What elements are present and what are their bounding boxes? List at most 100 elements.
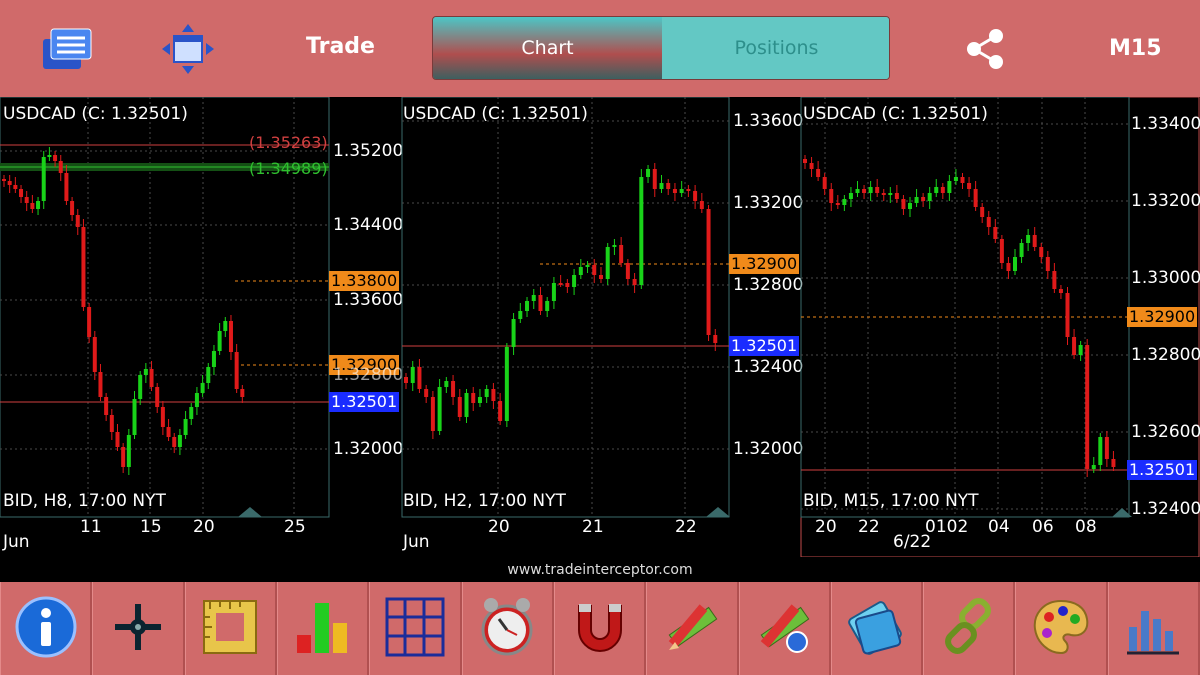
candle-body xyxy=(551,283,556,301)
candle-body xyxy=(940,187,945,193)
candle-body xyxy=(81,227,86,307)
candle-body xyxy=(240,389,245,397)
candle-body xyxy=(572,275,577,287)
timeframe-button[interactable]: M15 xyxy=(1109,36,1162,61)
candle-body xyxy=(914,197,919,203)
move-layout-icon[interactable] xyxy=(160,22,216,76)
candle-body xyxy=(228,321,233,352)
candle-body xyxy=(211,351,216,367)
candle-body xyxy=(160,407,165,427)
chart-3-x-tick: 22 xyxy=(858,517,880,537)
link-button[interactable] xyxy=(923,582,1016,675)
chart-tools-icon xyxy=(1123,597,1183,661)
candle-body xyxy=(835,203,840,205)
candle-body xyxy=(855,189,860,193)
candle-body xyxy=(1026,235,1031,243)
candle-body xyxy=(36,201,41,209)
candle-body xyxy=(953,177,958,181)
candle-body xyxy=(30,203,35,209)
menu-icon[interactable] xyxy=(40,24,96,72)
candle-body xyxy=(511,319,516,347)
candle-body xyxy=(1058,289,1063,293)
chart-3-y-tick: 1.32600 xyxy=(1131,422,1200,442)
candle-body xyxy=(430,397,435,431)
candle-body xyxy=(973,189,978,207)
chart-2-x-tick: 20 xyxy=(488,517,510,537)
candle-body xyxy=(659,183,664,189)
candle-body xyxy=(504,347,509,421)
chart-2-symbol-label: USDCAD (C: 1.32501) xyxy=(403,104,588,124)
grid-button[interactable] xyxy=(369,582,462,675)
candle-body xyxy=(53,155,58,161)
candle-body xyxy=(64,173,69,201)
screen-title: Trade xyxy=(306,34,375,59)
chart-2-order-tag[interactable]: 1.32900 xyxy=(729,254,800,274)
chart-2-y-tick: 1.32800 xyxy=(733,275,804,295)
candle-body xyxy=(1078,345,1083,355)
chart-1-canvas[interactable] xyxy=(0,97,400,557)
candle-body xyxy=(1085,345,1090,469)
candle-body xyxy=(1065,293,1070,337)
chart-1-month-label: Jun xyxy=(3,532,30,552)
chart-1-low-level-tag: (1.34989) xyxy=(249,159,328,178)
chart-1-order-tag-1[interactable]: 1.33800 xyxy=(329,271,400,291)
candle-body xyxy=(565,283,570,287)
candle-body xyxy=(999,239,1004,263)
candle-body xyxy=(699,201,704,209)
chart-tools-button[interactable] xyxy=(1107,582,1200,675)
candle-body xyxy=(901,199,906,209)
candle-body xyxy=(538,295,543,311)
candle-body xyxy=(1072,337,1077,355)
candle-body xyxy=(1104,437,1109,459)
ruler-button[interactable] xyxy=(184,582,277,675)
chart-3-bid-tag: 1.32501 xyxy=(1127,460,1198,480)
chart-2-y-tick: 1.33200 xyxy=(733,193,804,213)
candle-body xyxy=(672,189,677,193)
magnet-button[interactable] xyxy=(553,582,647,675)
candle-body xyxy=(578,267,583,275)
tab-positions[interactable]: Positions xyxy=(662,17,889,79)
info-button[interactable] xyxy=(0,582,93,675)
candle-body xyxy=(875,187,880,193)
candle-body xyxy=(1098,437,1103,465)
candle-body xyxy=(822,177,827,189)
candle-body xyxy=(1111,459,1116,467)
chart-panel-1[interactable]: USDCAD (C: 1.32501) (1.35263) (1.34989) … xyxy=(0,97,403,557)
indicators-button[interactable] xyxy=(276,582,370,675)
candle-body xyxy=(842,199,847,205)
chart-2-canvas[interactable] xyxy=(400,97,800,557)
chart-3-x-tick: 04 xyxy=(988,517,1010,537)
alarm-button[interactable] xyxy=(461,582,554,675)
candle-body xyxy=(177,435,182,447)
draw-tools-button[interactable] xyxy=(646,582,739,675)
crosshair-button[interactable] xyxy=(92,582,185,675)
chart-panel-2[interactable]: USDCAD (C: 1.32501) 1.32900 1.32501 1.33… xyxy=(400,97,804,557)
candle-body xyxy=(1045,257,1050,271)
chart-3-y-tick: 1.33400 xyxy=(1131,114,1200,134)
candle-body xyxy=(666,183,671,189)
chart-2-y-tick: 1.33600 xyxy=(733,111,804,131)
website-link[interactable]: www.tradeinterceptor.com xyxy=(0,562,1200,578)
candle-body xyxy=(706,209,711,335)
candle-body xyxy=(888,193,893,195)
chart-3-timeframe-label: BID, M15, 17:00 NYT xyxy=(803,491,979,511)
templates-button[interactable] xyxy=(830,582,924,675)
chart-panel-3[interactable]: USDCAD (C: 1.32501) 1.32900 1.32501 1.33… xyxy=(800,97,1200,557)
chart-3-order-tag[interactable]: 1.32900 xyxy=(1127,307,1198,327)
chart-2-y-tick: 1.32000 xyxy=(733,439,804,459)
candle-body xyxy=(986,217,991,227)
candle-body xyxy=(908,203,912,209)
draw-settings-button[interactable] xyxy=(738,582,831,675)
chart-3-canvas[interactable] xyxy=(800,97,1200,557)
candle-body xyxy=(166,427,171,437)
candle-body xyxy=(75,215,80,227)
theme-button[interactable] xyxy=(1015,582,1108,675)
candle-body xyxy=(19,189,24,197)
candle-body xyxy=(980,207,985,217)
share-icon[interactable] xyxy=(962,26,1008,72)
tab-chart[interactable]: Chart xyxy=(433,17,662,79)
chart-2-x-tick: 21 xyxy=(582,517,604,537)
chart-3-symbol-label: USDCAD (C: 1.32501) xyxy=(803,104,988,124)
candle-body xyxy=(121,447,126,467)
candle-body xyxy=(41,157,46,201)
